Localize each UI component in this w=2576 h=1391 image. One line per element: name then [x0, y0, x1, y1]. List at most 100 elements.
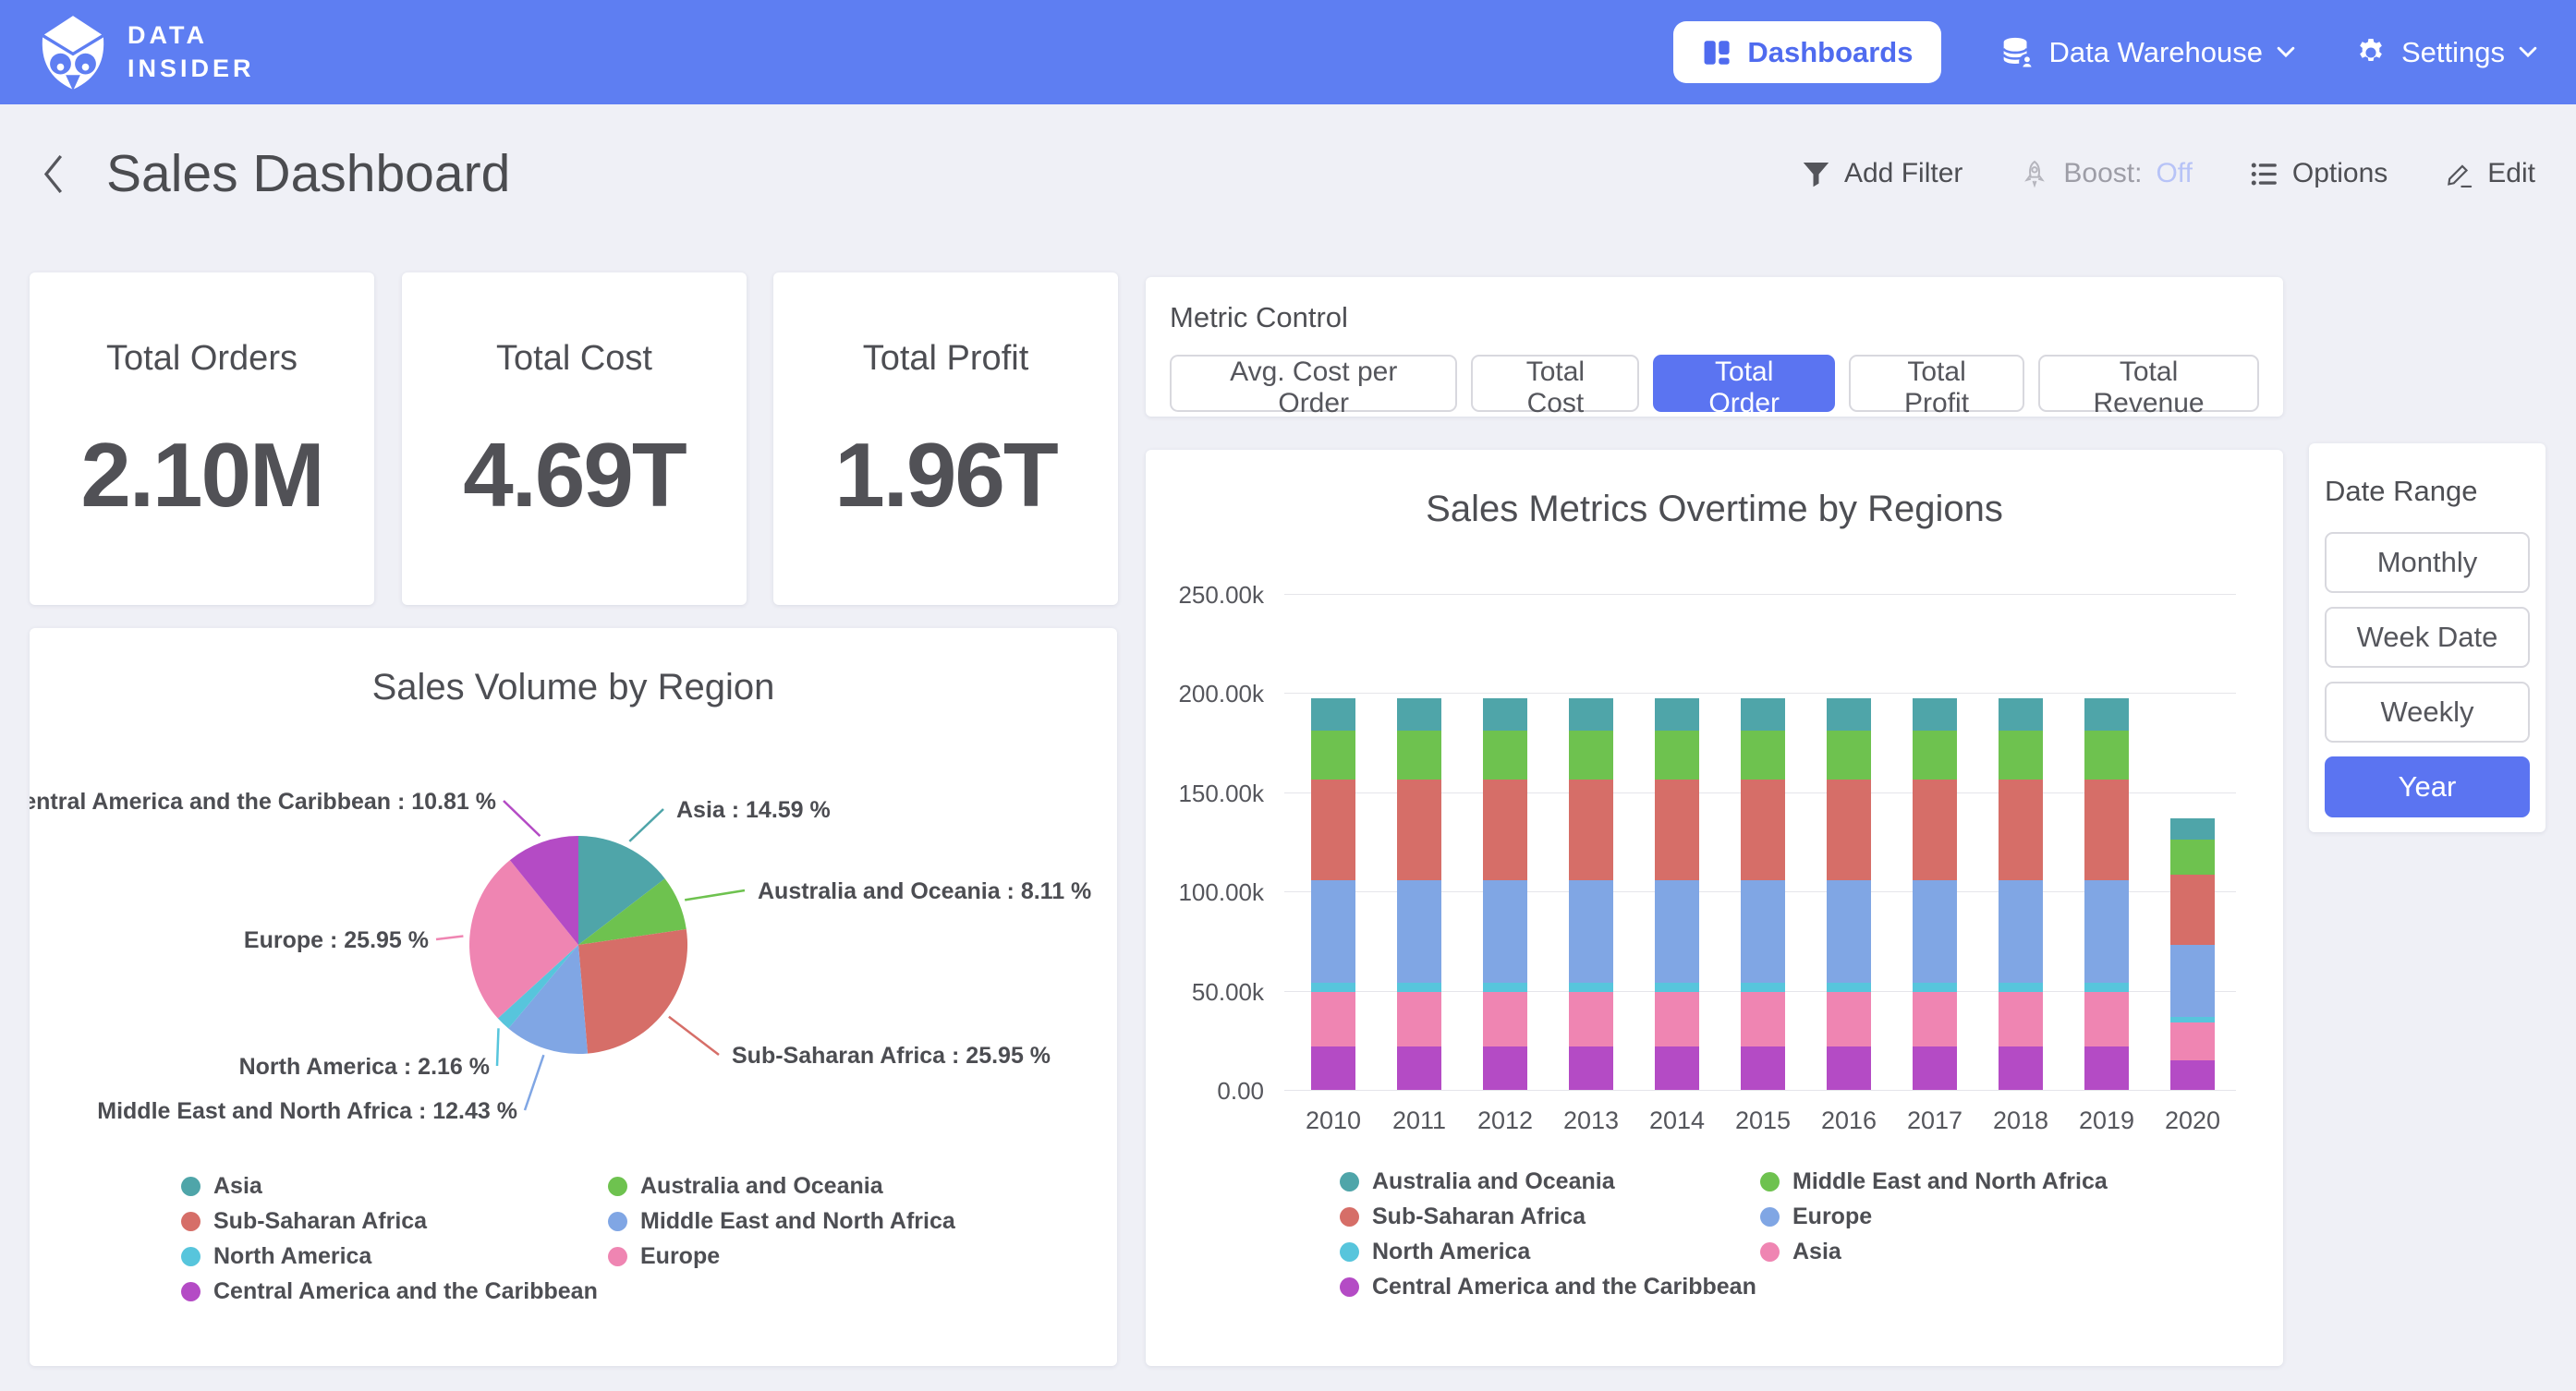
- bar-segment-australia-and-oceania-2013[interactable]: [1569, 698, 1613, 730]
- date-option-week-date[interactable]: Week Date: [2325, 607, 2530, 668]
- bar-segment-sub-saharan-africa-2015[interactable]: [1741, 780, 1785, 880]
- bar-segment-australia-and-oceania-2018[interactable]: [1999, 698, 2043, 730]
- bar-segment-north-america-2019[interactable]: [2084, 983, 2129, 992]
- bar-segment-middle-east-and-north-africa-2019[interactable]: [2084, 731, 2129, 780]
- bar-segment-australia-and-oceania-2015[interactable]: [1741, 698, 1785, 730]
- back-button[interactable]: [41, 153, 66, 195]
- bar-segment-asia-2019[interactable]: [2084, 992, 2129, 1046]
- bar-2018[interactable]: [1999, 698, 2043, 1090]
- bar-segment-central-america-and-the-caribbean-2017[interactable]: [1913, 1046, 1957, 1090]
- date-option-weekly[interactable]: Weekly: [2325, 682, 2530, 743]
- bar-segment-europe-2015[interactable]: [1741, 880, 1785, 983]
- metric-option-total-order[interactable]: Total Order: [1653, 355, 1835, 412]
- bar-segment-sub-saharan-africa-2012[interactable]: [1483, 780, 1527, 880]
- bar-segment-australia-and-oceania-2020[interactable]: [2170, 818, 2215, 841]
- date-option-year[interactable]: Year: [2325, 756, 2530, 817]
- bar-segment-middle-east-and-north-africa-2013[interactable]: [1569, 731, 1613, 780]
- bar-segment-asia-2011[interactable]: [1397, 992, 1441, 1046]
- bar-segment-asia-2012[interactable]: [1483, 992, 1527, 1046]
- bar-2013[interactable]: [1569, 698, 1613, 1090]
- add-filter-button[interactable]: Add Filter: [1802, 158, 1962, 189]
- bar-segment-middle-east-and-north-africa-2016[interactable]: [1827, 731, 1871, 780]
- nav-data-warehouse[interactable]: Data Warehouse: [2000, 35, 2295, 70]
- legend-item-sub-saharan-africa[interactable]: Sub-Saharan Africa: [1340, 1205, 1756, 1228]
- bar-segment-north-america-2017[interactable]: [1913, 983, 1957, 992]
- legend-item-middle-east-and-north-africa[interactable]: Middle East and North Africa: [1760, 1170, 2108, 1192]
- bar-segment-australia-and-oceania-2019[interactable]: [2084, 698, 2129, 730]
- bar-segment-asia-2016[interactable]: [1827, 992, 1871, 1046]
- bar-segment-central-america-and-the-caribbean-2018[interactable]: [1999, 1046, 2043, 1090]
- bar-segment-central-america-and-the-caribbean-2011[interactable]: [1397, 1046, 1441, 1090]
- bar-segment-europe-2020[interactable]: [2170, 945, 2215, 1016]
- bar-segment-north-america-2016[interactable]: [1827, 983, 1871, 992]
- bar-segment-asia-2013[interactable]: [1569, 992, 1613, 1046]
- bar-segment-australia-and-oceania-2017[interactable]: [1913, 698, 1957, 730]
- bar-segment-europe-2018[interactable]: [1999, 880, 2043, 983]
- bar-segment-europe-2012[interactable]: [1483, 880, 1527, 983]
- bar-2020[interactable]: [2170, 818, 2215, 1090]
- bar-2010[interactable]: [1311, 698, 1355, 1090]
- bar-segment-asia-2014[interactable]: [1655, 992, 1699, 1046]
- bar-segment-middle-east-and-north-africa-2014[interactable]: [1655, 731, 1699, 780]
- bar-2014[interactable]: [1655, 698, 1699, 1090]
- bar-2017[interactable]: [1913, 698, 1957, 1090]
- bar-segment-sub-saharan-africa-2018[interactable]: [1999, 780, 2043, 880]
- bar-segment-australia-and-oceania-2014[interactable]: [1655, 698, 1699, 730]
- bar-segment-central-america-and-the-caribbean-2016[interactable]: [1827, 1046, 1871, 1090]
- bar-segment-asia-2010[interactable]: [1311, 992, 1355, 1046]
- legend-item-australia-and-oceania[interactable]: Australia and Oceania: [1340, 1170, 1756, 1192]
- legend-item-north-america[interactable]: North America: [181, 1245, 598, 1267]
- bar-segment-central-america-and-the-caribbean-2015[interactable]: [1741, 1046, 1785, 1090]
- bar-segment-europe-2011[interactable]: [1397, 880, 1441, 983]
- pie-slice-sub-saharan-africa[interactable]: [578, 929, 687, 1054]
- legend-item-sub-saharan-africa[interactable]: Sub-Saharan Africa: [181, 1210, 598, 1232]
- bar-segment-asia-2018[interactable]: [1999, 992, 2043, 1046]
- bar-segment-europe-2013[interactable]: [1569, 880, 1613, 983]
- bar-segment-north-america-2011[interactable]: [1397, 983, 1441, 992]
- legend-item-asia[interactable]: Asia: [181, 1175, 598, 1197]
- bar-segment-central-america-and-the-caribbean-2012[interactable]: [1483, 1046, 1527, 1090]
- bar-segment-europe-2010[interactable]: [1311, 880, 1355, 983]
- edit-button[interactable]: Edit: [2445, 158, 2535, 189]
- bar-segment-sub-saharan-africa-2020[interactable]: [2170, 875, 2215, 945]
- legend-item-europe[interactable]: Europe: [608, 1245, 955, 1267]
- bar-segment-sub-saharan-africa-2010[interactable]: [1311, 780, 1355, 880]
- bar-segment-sub-saharan-africa-2013[interactable]: [1569, 780, 1613, 880]
- stacked-bar-chart[interactable]: 0.0050.00k100.00k150.00k200.00k250.00k20…: [1284, 594, 2236, 1090]
- bar-segment-asia-2020[interactable]: [2170, 1022, 2215, 1060]
- bar-segment-middle-east-and-north-africa-2011[interactable]: [1397, 731, 1441, 780]
- metric-option-avg-cost-per-order[interactable]: Avg. Cost per Order: [1170, 355, 1457, 412]
- bar-segment-north-america-2010[interactable]: [1311, 983, 1355, 992]
- options-button[interactable]: Options: [2250, 158, 2388, 189]
- date-option-monthly[interactable]: Monthly: [2325, 532, 2530, 593]
- legend-item-central-america-and-the-caribbean[interactable]: Central America and the Caribbean: [181, 1280, 598, 1302]
- bar-segment-australia-and-oceania-2016[interactable]: [1827, 698, 1871, 730]
- bar-segment-north-america-2018[interactable]: [1999, 983, 2043, 992]
- bar-segment-north-america-2013[interactable]: [1569, 983, 1613, 992]
- bar-2011[interactable]: [1397, 698, 1441, 1090]
- bar-segment-sub-saharan-africa-2019[interactable]: [2084, 780, 2129, 880]
- bar-segment-sub-saharan-africa-2014[interactable]: [1655, 780, 1699, 880]
- bar-segment-sub-saharan-africa-2016[interactable]: [1827, 780, 1871, 880]
- legend-item-central-america-and-the-caribbean[interactable]: Central America and the Caribbean: [1340, 1276, 1756, 1298]
- bar-segment-europe-2017[interactable]: [1913, 880, 1957, 983]
- bar-2015[interactable]: [1741, 698, 1785, 1090]
- bar-segment-north-america-2012[interactable]: [1483, 983, 1527, 992]
- bar-segment-sub-saharan-africa-2017[interactable]: [1913, 780, 1957, 880]
- bar-segment-europe-2016[interactable]: [1827, 880, 1871, 983]
- bar-segment-central-america-and-the-caribbean-2010[interactable]: [1311, 1046, 1355, 1090]
- bar-segment-europe-2019[interactable]: [2084, 880, 2129, 983]
- nav-settings[interactable]: Settings: [2354, 36, 2537, 69]
- nav-dashboards-button[interactable]: Dashboards: [1673, 21, 1940, 83]
- bar-2012[interactable]: [1483, 698, 1527, 1090]
- metric-option-total-profit[interactable]: Total Profit: [1849, 355, 2024, 412]
- bar-2016[interactable]: [1827, 698, 1871, 1090]
- boost-toggle[interactable]: Boost: Off: [2020, 158, 2193, 189]
- bar-segment-middle-east-and-north-africa-2010[interactable]: [1311, 731, 1355, 780]
- metric-option-total-revenue[interactable]: Total Revenue: [2038, 355, 2259, 412]
- bar-segment-north-america-2014[interactable]: [1655, 983, 1699, 992]
- legend-item-middle-east-and-north-africa[interactable]: Middle East and North Africa: [608, 1210, 955, 1232]
- legend-item-north-america[interactable]: North America: [1340, 1240, 1756, 1263]
- bar-2019[interactable]: [2084, 698, 2129, 1090]
- bar-segment-sub-saharan-africa-2011[interactable]: [1397, 780, 1441, 880]
